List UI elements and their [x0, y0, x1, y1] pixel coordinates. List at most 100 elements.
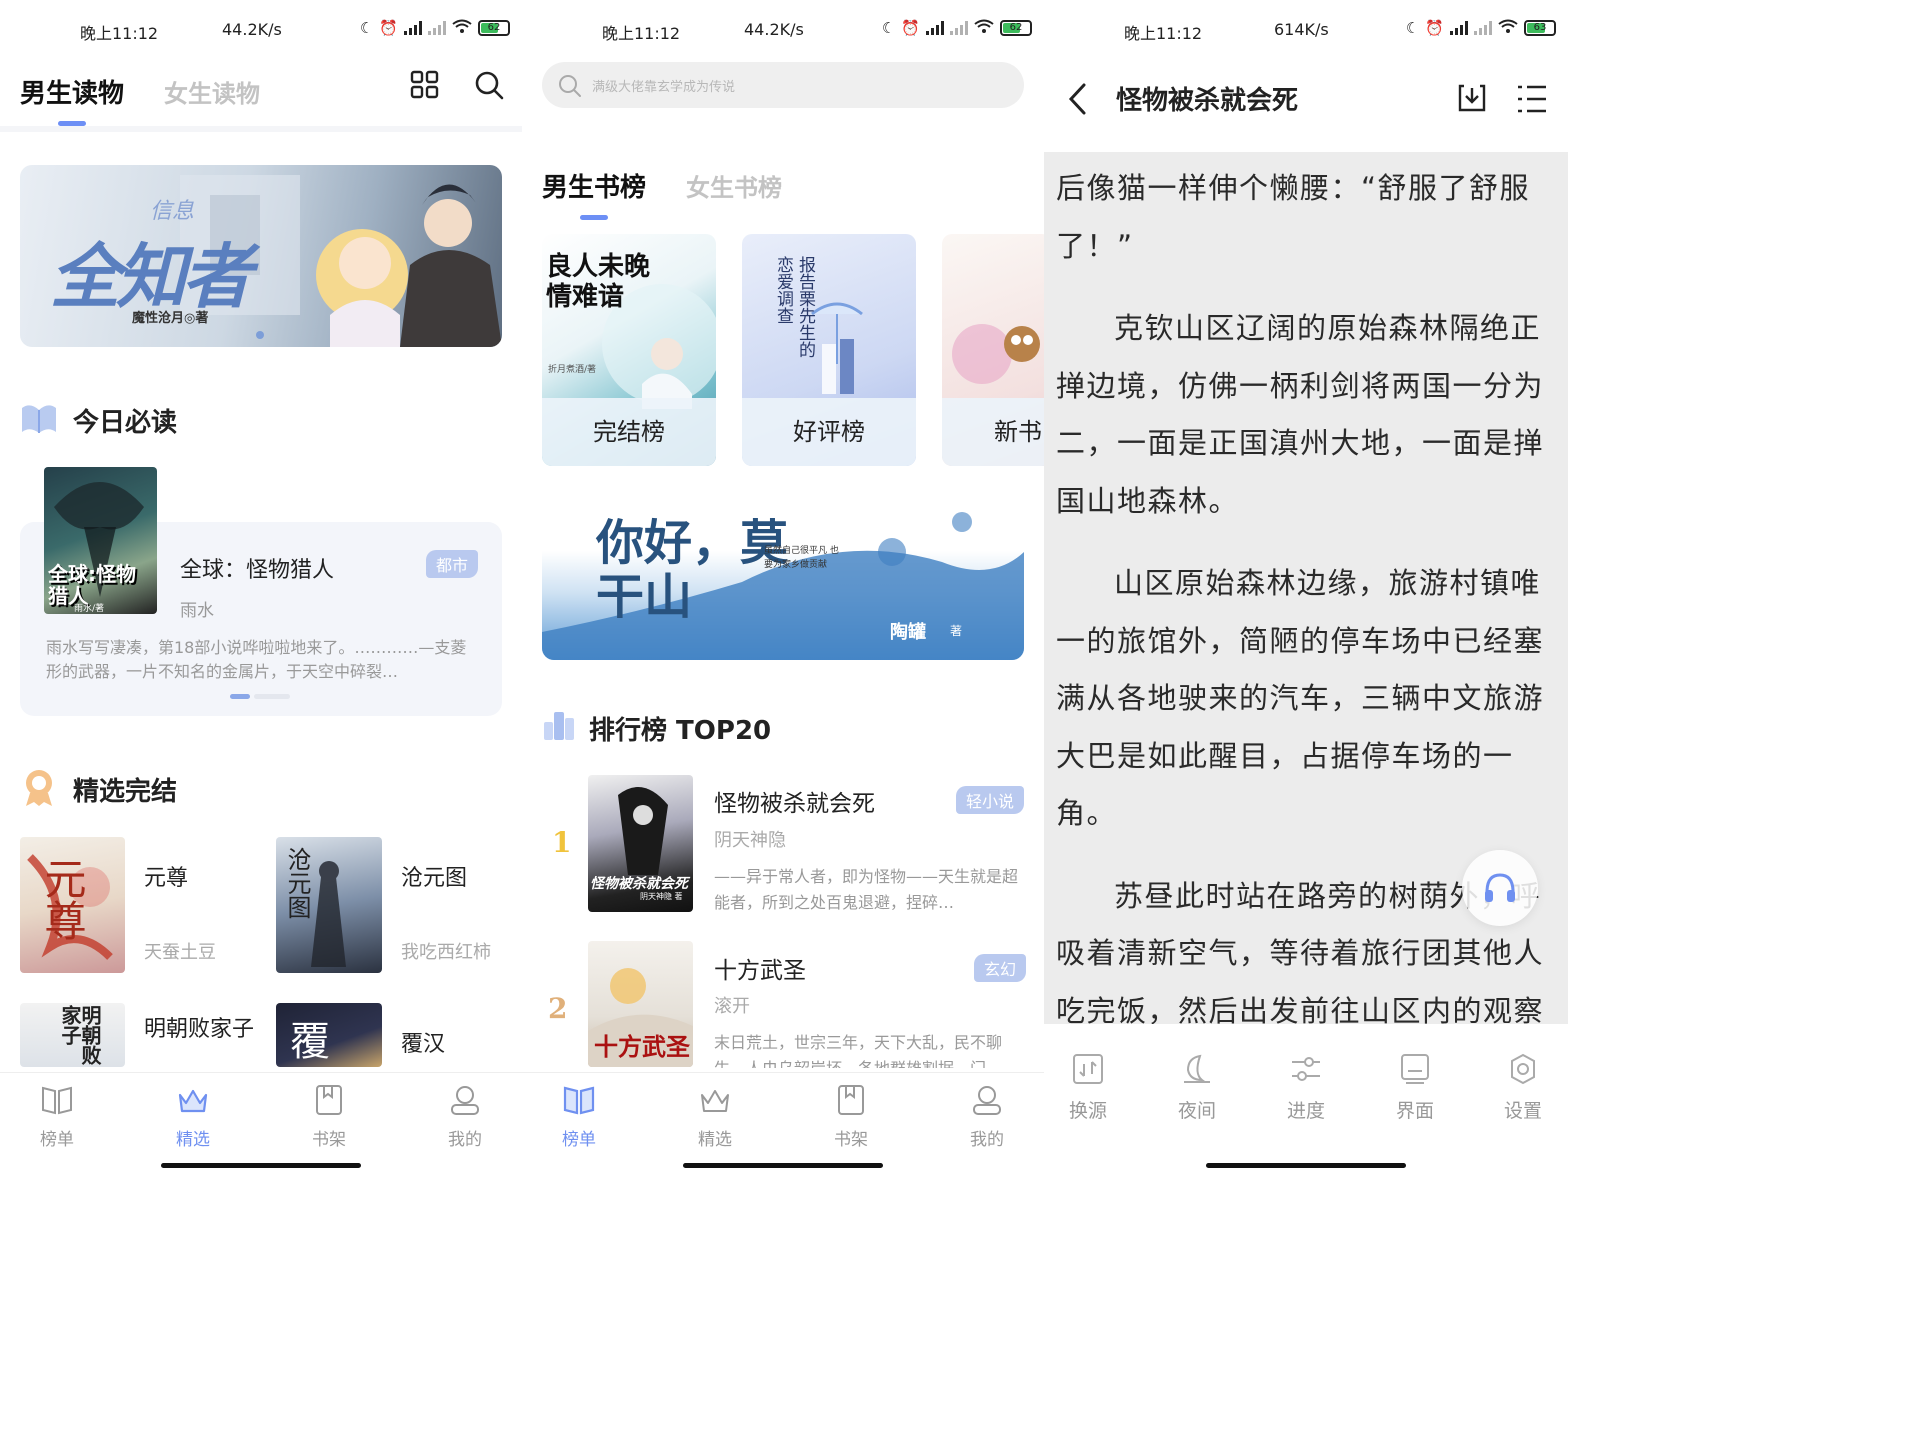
headphones-icon: [1482, 870, 1518, 910]
home-indicator[interactable]: [1206, 1163, 1406, 1168]
moon-icon: ☾: [359, 19, 374, 37]
rank-card-completed[interactable]: 良人未晚情难谙 折月煮酒/著 完结榜: [542, 234, 716, 466]
network-speed: 44.2K/s: [744, 20, 804, 39]
moon-icon: ☾: [881, 19, 896, 37]
book-title[interactable]: 十方武圣: [714, 951, 806, 985]
download-icon[interactable]: [1456, 82, 1488, 118]
crown-icon: [176, 1089, 210, 1121]
reader-toolbar: 换源 夜间 进度 界面 设置: [1044, 1024, 1568, 1176]
listen-audio-button[interactable]: [1462, 850, 1538, 926]
nav-rankings[interactable]: 榜单: [17, 1083, 97, 1150]
signal-icon: [1450, 21, 1468, 35]
alarm-icon: ⏰: [379, 19, 398, 37]
home-indicator[interactable]: [683, 1163, 883, 1168]
book-title[interactable]: 元尊: [144, 860, 188, 892]
status-icons: ☾ ⏰ 62: [360, 19, 510, 37]
nav-label: 精选: [176, 1130, 210, 1150]
nav-bookshelf[interactable]: 书架: [811, 1083, 891, 1150]
home-indicator[interactable]: [161, 1163, 361, 1168]
tab-female-rank[interactable]: 女生书榜: [686, 168, 782, 203]
cover-title: 怪物被杀就会死: [590, 876, 688, 892]
book-author: 阴天神隐: [714, 830, 786, 851]
rank-card-top-rated[interactable]: 报告栗先生的恋爱调查 好评榜: [742, 234, 916, 466]
signal-icon: [926, 21, 944, 35]
section-title-selected: 精选完结: [73, 777, 178, 807]
table-of-contents-icon[interactable]: [1516, 84, 1548, 118]
cover-title: 元尊: [38, 857, 87, 941]
rank-card-new[interactable]: 新书: [942, 234, 1044, 466]
cover-author: 阴天神隐 著: [640, 892, 683, 901]
book-cover[interactable]: 元尊: [20, 837, 125, 973]
signal2-icon: [428, 21, 446, 35]
carousel-dot: [254, 694, 290, 699]
book-cover[interactable]: 沧元图: [276, 837, 382, 973]
network-speed: 614K/s: [1274, 20, 1329, 39]
paragraph: 山区原始森林边缘，旅游村镇唯一的旅馆外，简陋的停车场中已经塞满从各地驶来的汽车，…: [1056, 566, 1545, 830]
progress-button[interactable]: 进度: [1266, 1052, 1346, 1123]
search-bar[interactable]: 满级大佬靠玄学成为传说: [542, 62, 1024, 108]
status-time: 晚上11:12: [602, 24, 681, 43]
settings-button[interactable]: 设置: [1483, 1052, 1563, 1123]
book-cover[interactable]: 十方武圣: [588, 941, 693, 1067]
promo-banner[interactable]: 你好，莫干山 虽然自己很平凡 也要为家乡做贡献 陶罐 著: [542, 492, 1024, 660]
book-title[interactable]: 明朝败家子: [144, 1016, 254, 1044]
rank-number: 2: [548, 992, 568, 1025]
search-icon[interactable]: [474, 70, 504, 100]
book-author: 滚开: [714, 996, 750, 1017]
book-cover[interactable]: 怪物被杀就会死 阴天神隐 著: [588, 775, 693, 912]
banner-carousel[interactable]: 信息 全知者 魔性沧月◎著: [20, 165, 502, 347]
search-icon: [558, 74, 582, 102]
status-icons: ☾ ⏰ 63: [1406, 19, 1556, 37]
battery-level: 62: [1009, 22, 1023, 33]
interface-button[interactable]: 界面: [1375, 1052, 1455, 1123]
gear-icon: [1506, 1053, 1540, 1090]
change-source-button[interactable]: 换源: [1048, 1052, 1128, 1123]
display-icon: [1398, 1054, 1432, 1090]
network-speed: 44.2K/s: [222, 20, 282, 39]
genre-tag: 都市: [426, 550, 479, 578]
book-title[interactable]: 覆汉: [401, 1026, 445, 1058]
tab-female[interactable]: 女生读物: [164, 74, 260, 109]
crown-icon: [698, 1090, 732, 1121]
category-grid-icon[interactable]: [410, 70, 440, 100]
cover-title: 明朝败家子: [58, 1005, 102, 1065]
book-author: 我吃西红柿: [401, 942, 491, 963]
rank-number: 1: [552, 826, 572, 859]
moon-icon: ☾: [1405, 19, 1420, 37]
bottom-nav: 榜单 精选 书架 我的: [522, 1072, 1044, 1176]
cover-title: 覆: [290, 1019, 330, 1065]
book-open-icon: [20, 400, 58, 440]
book-title[interactable]: 怪物被杀就会死: [714, 784, 875, 818]
chapter-content: 后像猫一样伸个懒腰：“舒服了舒服了！” 克钦山区辽阔的原始森林隔绝正掸边境，仿佛…: [1056, 160, 1564, 1123]
nav-featured[interactable]: 精选: [153, 1083, 233, 1150]
bookmark-icon: [312, 1085, 346, 1121]
nav-profile[interactable]: 我的: [947, 1083, 1027, 1150]
reading-tabs: 男生读物 女生读物: [20, 66, 260, 126]
rank-card-label: 好评榜: [742, 398, 916, 466]
back-arrow-icon[interactable]: [1066, 82, 1090, 120]
tab-male-rank[interactable]: 男生书榜: [542, 167, 646, 220]
toolbar-label: 换源: [1068, 1100, 1107, 1122]
nav-featured[interactable]: 精选: [675, 1083, 755, 1150]
nav-label: 我的: [970, 1130, 1004, 1150]
book-author: 天蚕土豆: [144, 942, 216, 963]
book-title[interactable]: 沧元图: [401, 860, 467, 892]
status-time: 晚上11:12: [80, 24, 159, 43]
banner-quote: 虽然自己很平凡 也要为家乡做贡献: [764, 546, 839, 570]
book-cover[interactable]: 全球:怪物猎人 雨水/著: [44, 467, 157, 614]
podium-icon: [542, 708, 576, 746]
tab-male[interactable]: 男生读物: [20, 73, 124, 126]
book-cover[interactable]: 覆: [276, 1003, 382, 1067]
nav-label: 书架: [834, 1130, 868, 1150]
cover-title: 报告栗先生的恋爱调查: [773, 256, 815, 358]
nav-bookshelf[interactable]: 书架: [289, 1083, 369, 1150]
book-author: 雨水: [180, 601, 214, 621]
nav-profile[interactable]: 我的: [425, 1083, 505, 1150]
book-description: ——异于常人者，即为怪物——天生就是超能者，所到之处百鬼退避，捏碎…: [714, 867, 1019, 912]
book-cover[interactable]: 明朝败家子: [20, 1003, 125, 1067]
signal-icon: [404, 21, 422, 35]
night-mode-button[interactable]: 夜间: [1157, 1052, 1237, 1123]
nav-rankings[interactable]: 榜单: [539, 1083, 619, 1150]
nav-label: 榜单: [562, 1130, 596, 1150]
bottom-nav: 榜单 精选 书架 我的: [0, 1072, 522, 1176]
